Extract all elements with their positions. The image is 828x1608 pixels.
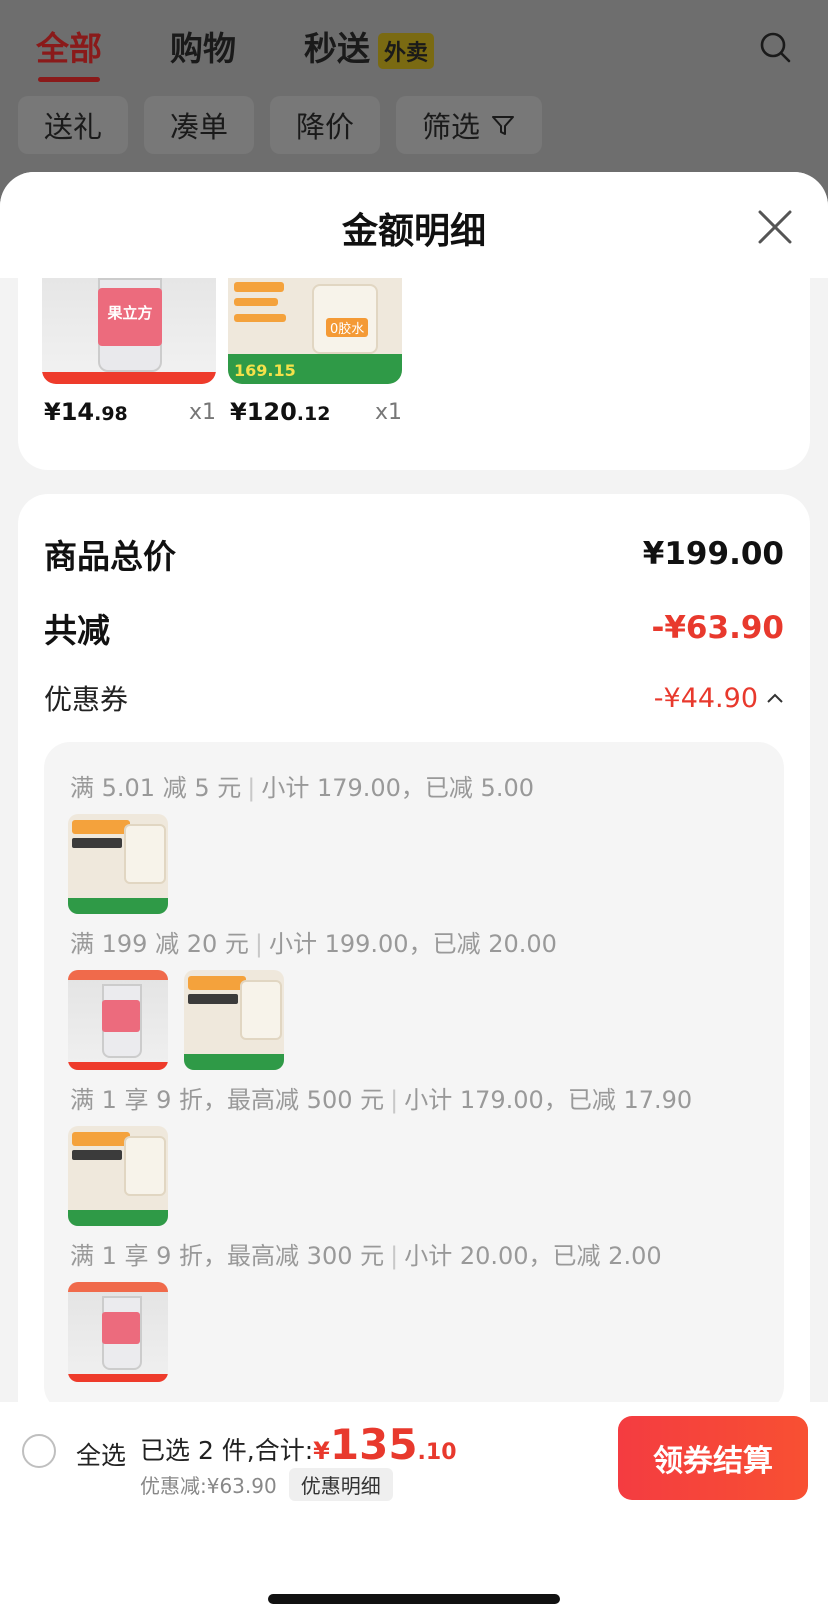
tab-instant-delivery[interactable]: 秒送 外卖 [304,22,435,70]
coupon-breakdown: 满 5.01 减 5 元 | 小计 179.00，已减 5.00 满 199 减 2… [44,742,784,1412]
coupon-product-thumbnail-kettle[interactable] [68,814,168,914]
chip-gift[interactable]: 送礼 [18,96,129,154]
coupon-label: 优惠券 [44,683,129,716]
coupon-rule-subtotal: 小计 179.00，已减 17.90 [404,1086,693,1114]
tab-all[interactable]: 全部 [36,22,102,82]
product-thumbnail-drink: 果立方 [42,278,216,384]
coupon-rule-subtotal: 小计 199.00，已减 20.00 [268,930,557,958]
coupon-rule-condition: 满 5.01 减 5 元 [70,774,242,802]
total-integer: 135 [329,1420,418,1469]
price-integer: ¥14 [44,398,95,426]
product-qty: x1 [374,400,402,425]
coupon-rule-subtotal: 小计 179.00，已减 5.00 [261,774,534,802]
chevron-up-icon [767,693,783,703]
coupon-rule: 满 1 享 9 折，最高减 300 元 | 小计 20.00，已减 2.00 [70,1242,662,1270]
select-all-label[interactable]: 全选 [76,1436,126,1472]
discount-detail-button[interactable]: 优惠明细 [288,1468,393,1501]
products-card: 果立方 ¥14.98 x1 0胶水 169.15 ¥120.12 x1 [18,278,810,470]
coupon-product-thumbnail-kettle[interactable] [184,970,284,1070]
coupon-rule: 满 5.01 减 5 元 | 小计 179.00，已减 5.00 [70,774,534,802]
total-discount-value: -¥63.90 [651,610,785,646]
kettle-label-text: 0胶水 [326,318,369,337]
coupon-rule-condition: 满 199 减 20 元 [70,930,249,958]
sheet-header: 金额明细 [0,172,828,278]
coupon-rule-condition: 满 1 享 9 折，最高减 500 元 [70,1086,385,1114]
home-indicator[interactable] [268,1594,560,1604]
tab-instant-delivery-label: 秒送 [304,29,370,68]
total-decimal: .10 [417,1440,457,1465]
total-price-value: ¥199.00 [642,536,784,572]
product-qty: x1 [188,400,216,425]
selected-count-text: 已选 2 件,合计: [140,1436,314,1465]
background-header: 全部 购物 秒送 外卖 送礼 凑单 降价 筛选 [0,0,828,200]
takeout-badge: 外卖 [378,32,435,69]
product-item[interactable]: 0胶水 169.15 ¥120.12 x1 [228,278,402,426]
checkout-bar: 全选 已选 2 件,合计: ¥135.10 优惠减:¥63.90 优惠明细 领券… [0,1402,828,1510]
product-price: ¥14.98 [44,398,128,426]
selected-summary: 已选 2 件,合计: ¥135.10 [140,1420,457,1469]
price-integer: ¥120 [230,398,297,426]
total-discount-row: 共减 -¥63.90 [44,604,784,652]
currency-symbol: ¥ [313,1437,330,1465]
kettle-promo-price: 169.15 [234,361,296,380]
tab-shopping[interactable]: 购物 [170,22,236,70]
coupon-value: -¥44.90 [653,682,758,714]
price-decimal: .98 [94,403,128,425]
home-indicator-area [0,1510,828,1608]
filter-icon [492,116,515,135]
chip-price-drop[interactable]: 降价 [270,96,381,154]
claim-and-checkout-button[interactable]: 领券结算 [618,1416,808,1500]
chip-filter-label: 筛选 [422,110,481,144]
product-thumbnail-kettle: 0胶水 169.15 [228,278,402,384]
product-price: ¥120.12 [230,398,330,426]
coupon-rule-subtotal: 小计 20.00，已减 2.00 [404,1242,662,1270]
price-decimal: .12 [296,403,331,425]
coupon-product-thumbnail-drink[interactable] [68,1282,168,1382]
chip-add-on[interactable]: 凑单 [144,96,255,154]
filter-chips: 送礼 凑单 降价 筛选 [18,96,558,154]
coupon-rule-condition: 满 1 享 9 折，最高减 300 元 [70,1242,385,1270]
chip-filter[interactable]: 筛选 [396,96,543,154]
coupon-value-toggle[interactable]: -¥44.90 [654,683,784,714]
coupon-rule: 满 199 减 20 元 | 小计 199.00，已减 20.00 [70,930,557,958]
total-price-row: 商品总价 ¥199.00 [44,530,784,578]
discount-text: 优惠减:¥63.90 [140,1474,277,1498]
total-discount-label: 共减 [44,611,110,650]
sheet-title: 金额明细 [341,211,486,252]
total-amount: ¥135.10 [313,1420,456,1469]
coupon-product-thumbnail-drink[interactable] [68,970,168,1070]
product-item[interactable]: 果立方 ¥14.98 x1 [42,278,216,426]
select-all-radio[interactable] [22,1434,56,1468]
discount-summary: 优惠减:¥63.90 优惠明细 [140,1468,393,1501]
coupon-product-thumbnail-kettle[interactable] [68,1126,168,1226]
top-tabs: 全部 购物 秒送 外卖 [36,22,502,82]
coupon-row[interactable]: 优惠券 -¥44.90 [44,678,784,718]
search-icon[interactable] [758,30,792,64]
close-icon[interactable] [756,208,794,246]
coupon-rule: 满 1 享 9 折，最高减 500 元 | 小计 179.00，已减 17.90 [70,1086,693,1114]
amount-detail-sheet: 金额明细 果立方 ¥14.98 x1 0胶水 169.15 ¥120.12 x1… [0,172,828,1608]
total-price-label: 商品总价 [44,537,176,576]
drink-label-text: 果立方 [107,304,153,322]
